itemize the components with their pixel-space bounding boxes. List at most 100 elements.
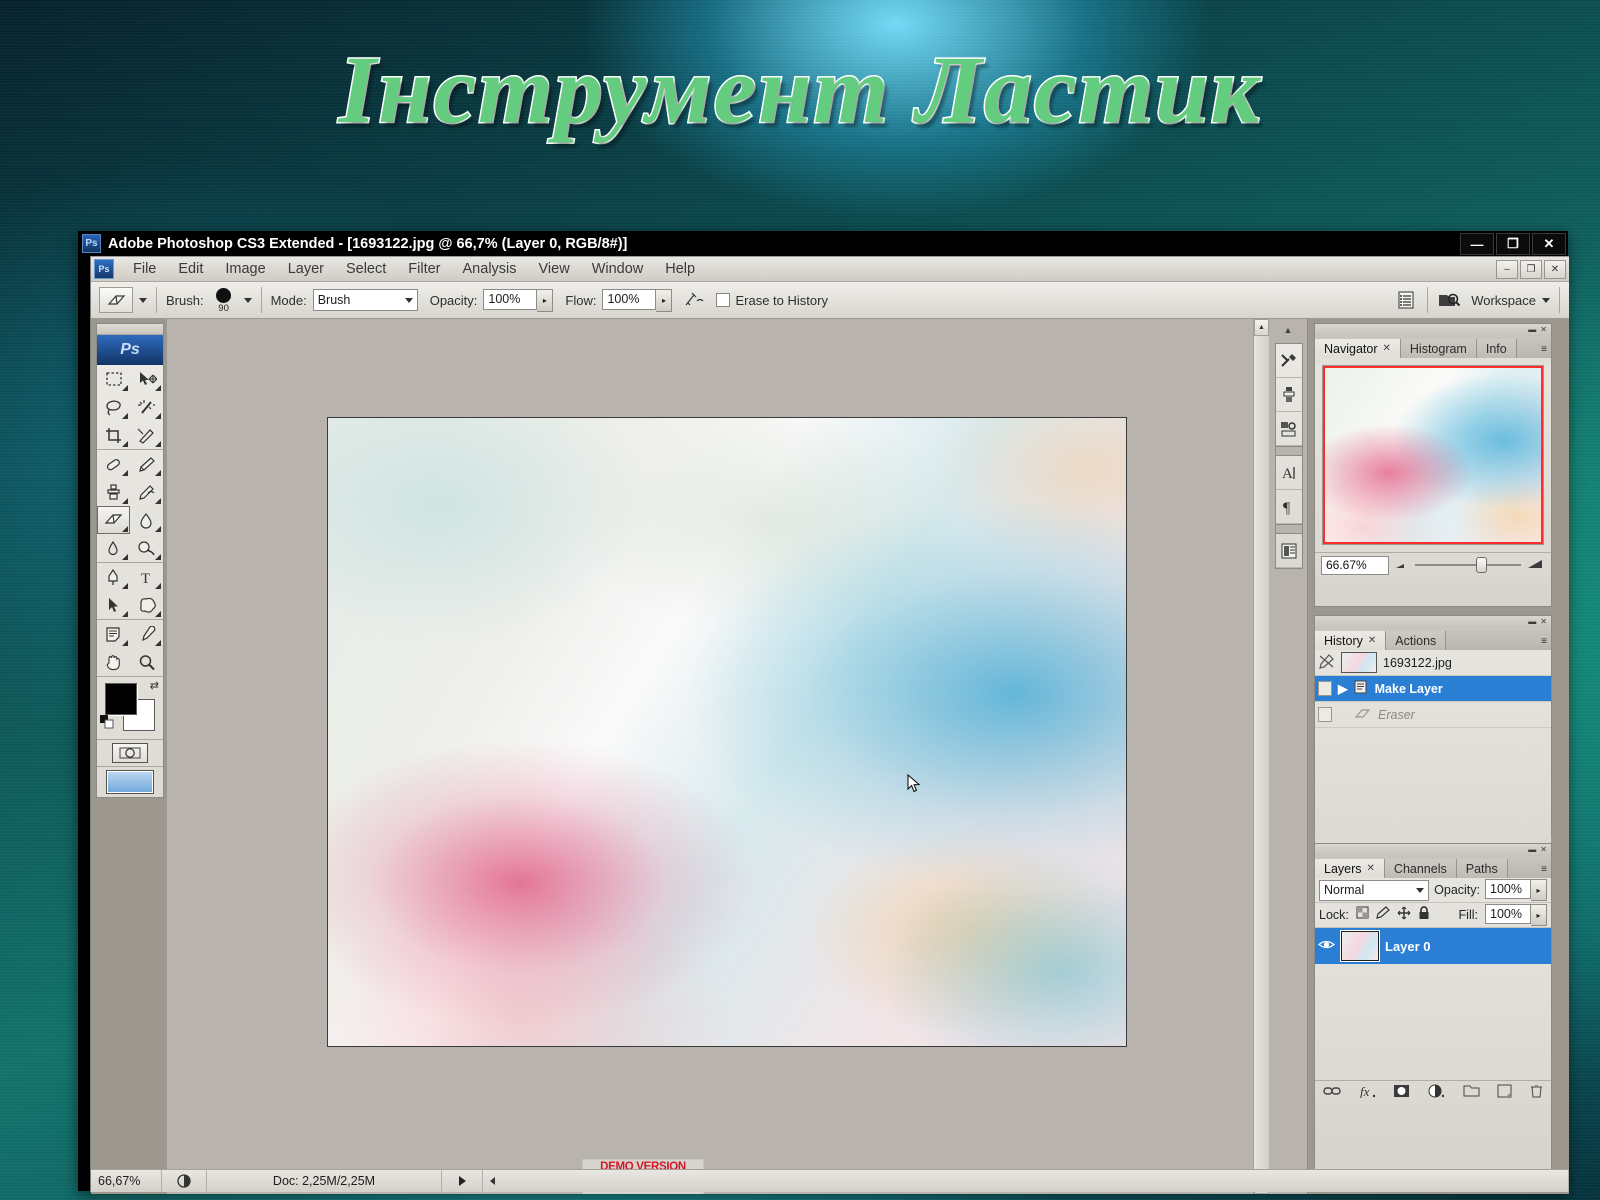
layer-opacity-input[interactable]: 100%: [1485, 879, 1531, 899]
scroll-left-arrow-icon[interactable]: [490, 1177, 495, 1185]
erase-to-history-checkbox[interactable]: Erase to History: [716, 293, 828, 308]
eraser-icon[interactable]: [99, 287, 133, 313]
panel-minimize-icon[interactable]: ▬: [1528, 846, 1536, 854]
brush-picker-chevron-icon[interactable]: [243, 297, 252, 303]
tab-info[interactable]: Info: [1476, 339, 1517, 358]
menu-item-help[interactable]: Help: [654, 259, 706, 279]
layer-fill-slider-arrow-icon[interactable]: ▸: [1531, 904, 1547, 926]
opacity-control[interactable]: 100% ▸: [483, 288, 554, 312]
flow-input[interactable]: 100%: [602, 288, 657, 310]
opacity-input[interactable]: 100%: [483, 288, 538, 310]
tab-history[interactable]: History ✕: [1315, 631, 1387, 650]
dodge-tool[interactable]: [130, 534, 163, 562]
airbrush-icon[interactable]: [682, 289, 706, 311]
clone-stamp-tool[interactable]: [97, 478, 130, 506]
layer-opacity-slider-arrow-icon[interactable]: ▸: [1531, 879, 1547, 901]
palettes-icon[interactable]: [1394, 289, 1418, 311]
tab-close-icon[interactable]: ✕: [1368, 635, 1376, 646]
foreground-color-swatch[interactable]: [105, 683, 137, 715]
notes-tool[interactable]: [97, 620, 130, 648]
path-selection-tool[interactable]: [97, 591, 130, 619]
adjustment-layer-icon[interactable]: [1428, 1084, 1445, 1103]
menu-item-file[interactable]: File: [122, 259, 167, 279]
clone-source-icon[interactable]: [1276, 412, 1302, 446]
collapse-panels-icon[interactable]: ▲: [1269, 319, 1307, 341]
layer-comps-icon[interactable]: [1276, 534, 1302, 568]
panel-menu-icon[interactable]: ≡: [1541, 344, 1547, 355]
menu-item-filter[interactable]: Filter: [397, 259, 451, 279]
menu-item-select[interactable]: Select: [335, 259, 397, 279]
panel-minimize-icon[interactable]: ▬: [1528, 618, 1536, 626]
workspace-button[interactable]: Workspace: [1471, 293, 1550, 308]
blend-mode-select[interactable]: Normal: [1319, 879, 1430, 901]
new-group-icon[interactable]: [1463, 1084, 1480, 1102]
minimize-button[interactable]: —: [1460, 233, 1494, 255]
window-title-bar[interactable]: Ps Adobe Photoshop CS3 Extended - [16931…: [78, 231, 1568, 256]
tab-navigator[interactable]: Navigator ✕: [1315, 339, 1401, 358]
bridge-icon[interactable]: [1437, 289, 1461, 311]
history-snapshot-row[interactable]: 1693122.jpg: [1315, 650, 1551, 676]
layer-style-icon[interactable]: fx: [1359, 1084, 1376, 1103]
slice-tool[interactable]: [130, 421, 163, 449]
navigator-panel-titlebar[interactable]: ▬ ✕: [1315, 324, 1551, 336]
status-zoom-field[interactable]: 66,67%: [91, 1170, 162, 1192]
history-panel-titlebar[interactable]: ▬ ✕: [1315, 616, 1551, 628]
paragraph-icon[interactable]: ¶: [1276, 490, 1302, 524]
marquee-tool[interactable]: [97, 365, 130, 393]
eraser-tool[interactable]: [97, 506, 130, 534]
history-brush-tool[interactable]: [130, 478, 163, 506]
healing-brush-tool[interactable]: [97, 450, 130, 478]
history-state-checkbox[interactable]: [1318, 681, 1332, 696]
lock-all-icon[interactable]: [1418, 905, 1430, 925]
layers-panel-titlebar[interactable]: ▬ ✕: [1315, 844, 1551, 856]
layer-row-layer-0[interactable]: Layer 0: [1315, 928, 1551, 964]
swap-colors-icon[interactable]: ⇄: [150, 679, 159, 692]
zoom-out-icon[interactable]: [1395, 556, 1409, 574]
menu-item-analysis[interactable]: Analysis: [452, 259, 528, 279]
brushes-icon[interactable]: [1276, 378, 1302, 412]
layer-mask-icon[interactable]: [1393, 1084, 1410, 1103]
panel-close-icon[interactable]: ✕: [1540, 326, 1547, 334]
blur-tool[interactable]: [97, 534, 130, 562]
app-menu-icon[interactable]: Ps: [94, 259, 114, 279]
layer-fill-input[interactable]: 100%: [1485, 904, 1531, 924]
tab-channels[interactable]: Channels: [1384, 859, 1457, 878]
crop-tool[interactable]: [97, 421, 130, 449]
tab-paths[interactable]: Paths: [1456, 859, 1508, 878]
document-minimize-button[interactable]: –: [1496, 260, 1518, 279]
tab-layers[interactable]: Layers ✕: [1315, 859, 1385, 878]
gradient-tool[interactable]: [130, 506, 163, 534]
panel-close-icon[interactable]: ✕: [1540, 618, 1547, 626]
menu-item-view[interactable]: View: [528, 259, 581, 279]
lock-position-icon[interactable]: [1397, 906, 1411, 925]
navigator-thumbnail[interactable]: [1322, 365, 1544, 545]
restore-button[interactable]: ❐: [1496, 233, 1530, 255]
panel-close-icon[interactable]: ✕: [1540, 846, 1547, 854]
tab-actions[interactable]: Actions: [1386, 631, 1447, 650]
checkbox-box[interactable]: [716, 293, 731, 307]
opacity-slider-arrow-icon[interactable]: ▸: [537, 288, 554, 312]
document-canvas-area[interactable]: DEMO VERSION GeoVid www.geovid.com ▲ ▼: [167, 319, 1269, 1194]
history-brush-source-icon[interactable]: [1318, 653, 1335, 672]
character-icon[interactable]: A: [1276, 456, 1302, 490]
navigator-zoom-slider[interactable]: [1415, 557, 1521, 573]
quick-mask-icon[interactable]: [112, 743, 148, 763]
layer-visibility-icon[interactable]: [1318, 938, 1335, 954]
mode-select[interactable]: Brush: [312, 289, 418, 311]
document-close-button[interactable]: ✕: [1544, 260, 1566, 279]
panel-menu-icon[interactable]: ≡: [1541, 636, 1547, 647]
document-restore-button[interactable]: ❐: [1520, 260, 1542, 279]
scroll-up-arrow-icon[interactable]: ▲: [1254, 319, 1269, 336]
menu-item-layer[interactable]: Layer: [277, 259, 335, 279]
flow-slider-arrow-icon[interactable]: ▸: [656, 288, 673, 312]
default-colors-icon[interactable]: [99, 714, 115, 735]
hand-tool[interactable]: [97, 648, 130, 676]
new-layer-icon[interactable]: [1497, 1084, 1512, 1103]
play-icon[interactable]: [442, 1170, 483, 1192]
link-layers-icon[interactable]: [1323, 1084, 1341, 1102]
eraser-preset-chevron-icon[interactable]: [139, 297, 147, 303]
tab-close-icon[interactable]: ✕: [1383, 343, 1391, 354]
tab-close-icon[interactable]: ✕: [1367, 863, 1375, 874]
move-tool[interactable]: [130, 365, 163, 393]
pen-tool[interactable]: [97, 563, 130, 591]
